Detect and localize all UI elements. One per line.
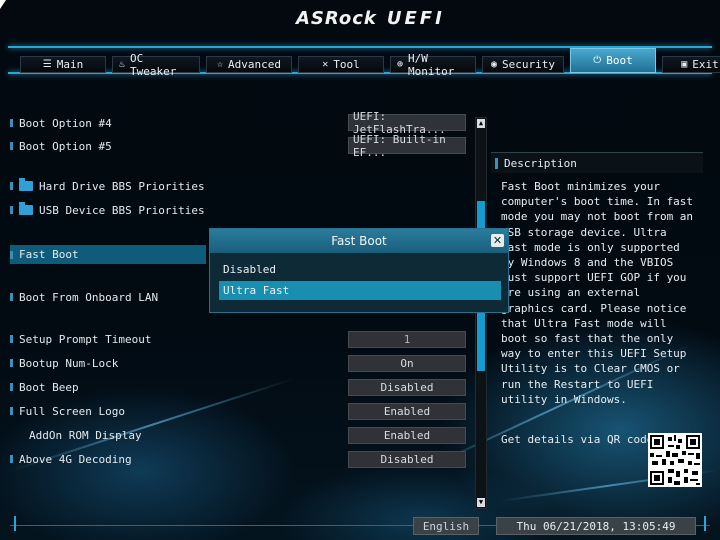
- setting-above-4g-decoding[interactable]: Above 4G Decoding: [10, 450, 132, 468]
- description-title: Description: [504, 156, 577, 170]
- row-bullet: [10, 359, 13, 367]
- tools-icon: ✕: [322, 59, 329, 70]
- setting-boot-from-onboard-lan[interactable]: Boot From Onboard LAN: [10, 288, 158, 306]
- dialog-option-ultra-fast[interactable]: Ultra Fast: [219, 281, 501, 300]
- star-icon: ☆: [216, 59, 224, 70]
- tab-oc-tweaker[interactable]: ♨ OC Tweaker: [112, 52, 200, 78]
- qr-code-icon: [648, 433, 702, 487]
- row-bullet: [10, 119, 13, 127]
- setting-label: Bootup Num-Lock: [19, 356, 119, 370]
- exit-icon: ▣: [681, 59, 688, 70]
- setting-label: Boot Beep: [19, 380, 79, 394]
- setting-fast-boot[interactable]: Fast Boot: [10, 245, 206, 264]
- fast-boot-dialog: Fast Boot ✕ Disabled Ultra Fast: [209, 228, 509, 313]
- tab-label: H/W Monitor: [408, 51, 455, 78]
- setting-label: USB Device BBS Priorities: [39, 203, 205, 217]
- row-bullet: [10, 293, 13, 301]
- tab-label: Main: [56, 58, 84, 71]
- setting-setup-prompt-timeout[interactable]: Setup Prompt Timeout: [10, 330, 151, 348]
- footer-left-marker: [14, 516, 16, 531]
- setting-value-above-4g-decoding[interactable]: Disabled: [348, 451, 466, 468]
- footer-right-marker: [704, 516, 706, 531]
- folder-icon: [19, 202, 33, 215]
- scroll-up-icon[interactable]: ▲: [477, 119, 485, 128]
- tab-exit[interactable]: ▣ Exit: [662, 56, 720, 73]
- setting-value-full-screen-logo[interactable]: Enabled: [348, 403, 466, 420]
- setting-hard-drive-bbs[interactable]: Hard Drive BBS Priorities: [10, 177, 205, 195]
- setting-boot-option-5[interactable]: Boot Option #5: [10, 137, 112, 155]
- brand-logo: ASRock UEFI: [296, 8, 445, 29]
- setting-addon-rom-display[interactable]: AddOn ROM Display: [29, 426, 142, 444]
- setting-label: Setup Prompt Timeout: [19, 332, 152, 346]
- setting-label: AddOn ROM Display: [29, 428, 142, 442]
- row-bullet: [10, 407, 13, 415]
- setting-label: Boot Option #4: [19, 116, 112, 130]
- tab-label: Advanced: [228, 58, 281, 71]
- description-header: Description: [491, 152, 703, 173]
- list-icon: ☰: [42, 59, 52, 70]
- scroll-down-icon[interactable]: ▼: [477, 498, 485, 507]
- setting-label: Boot From Onboard LAN: [19, 290, 159, 304]
- setting-value-boot-option-4[interactable]: UEFI: JetFlashTra...: [348, 110, 466, 136]
- setting-boot-beep[interactable]: Boot Beep: [10, 378, 79, 396]
- tab-label: OC Tweaker: [130, 51, 177, 78]
- product-name: UEFI: [386, 8, 445, 29]
- setting-value-boot-option-5[interactable]: UEFI: Built-in EF...: [348, 133, 466, 159]
- setting-full-screen-logo[interactable]: Full Screen Logo: [10, 402, 125, 420]
- mouse-cursor-icon: [0, 0, 6, 9]
- setting-value-addon-rom-display[interactable]: Enabled: [348, 427, 466, 444]
- row-bullet: [10, 335, 13, 343]
- settings-scrollbar[interactable]: ▲ ▼: [475, 117, 487, 509]
- qr-code-graphic: [650, 435, 700, 485]
- tab-tool[interactable]: ✕ Tool: [298, 56, 384, 73]
- row-bullet: [10, 250, 13, 259]
- description-text: Fast Boot minimizes your computer's boot…: [501, 180, 694, 406]
- setting-value-bootup-num-lock[interactable]: On: [348, 355, 466, 372]
- setting-label: Hard Drive BBS Priorities: [39, 179, 205, 193]
- tab-bar: ☰ Main ♨ OC Tweaker ☆ Advanced ✕ Tool ⊕ H/W M…: [20, 48, 720, 78]
- tab-main[interactable]: ☰ Main: [20, 56, 106, 73]
- setting-bootup-num-lock[interactable]: Bootup Num-Lock: [10, 354, 118, 372]
- close-icon[interactable]: ✕: [491, 234, 504, 247]
- flame-icon: ♨: [119, 59, 126, 70]
- folder-icon: [19, 178, 33, 191]
- row-bullet: [10, 142, 13, 150]
- tab-hw-monitor[interactable]: ⊕ H/W Monitor: [390, 52, 476, 78]
- setting-label: Above 4G Decoding: [19, 452, 132, 466]
- qr-label: Get details via QR code: [501, 433, 654, 446]
- setting-label: Fast Boot: [19, 248, 79, 261]
- dialog-title: Fast Boot: [210, 229, 508, 253]
- language-button[interactable]: English: [413, 517, 479, 535]
- globe-icon: ⊕: [397, 59, 404, 70]
- tab-security[interactable]: ◉ Security: [482, 56, 564, 73]
- tab-label: Security: [502, 58, 555, 71]
- setting-boot-option-4[interactable]: Boot Option #4: [10, 114, 112, 132]
- row-bullet: [10, 182, 13, 190]
- date-time-display: Thu 06/21/2018, 13:05:49: [496, 517, 696, 535]
- setting-value-setup-prompt-timeout[interactable]: 1: [348, 331, 466, 348]
- shield-icon: ◉: [490, 59, 498, 70]
- tab-advanced[interactable]: ☆ Advanced: [206, 56, 292, 73]
- tab-label: Tool: [333, 58, 360, 71]
- row-bullet: [10, 383, 13, 391]
- row-bullet: [10, 455, 13, 463]
- tab-label: Boot: [606, 54, 633, 67]
- brand-name: ASRock: [296, 8, 377, 29]
- row-bullet: [10, 206, 13, 214]
- setting-value-boot-beep[interactable]: Disabled: [348, 379, 466, 396]
- setting-usb-device-bbs[interactable]: USB Device BBS Priorities: [10, 201, 205, 219]
- header-bullet: [495, 157, 498, 169]
- tab-label: Exit: [692, 58, 719, 71]
- dialog-option-disabled[interactable]: Disabled: [219, 260, 501, 279]
- power-icon: ⏻: [593, 55, 602, 66]
- setting-label: Boot Option #5: [19, 139, 112, 153]
- setting-label: Full Screen Logo: [19, 404, 125, 418]
- tab-boot[interactable]: ⏻ Boot: [570, 48, 656, 73]
